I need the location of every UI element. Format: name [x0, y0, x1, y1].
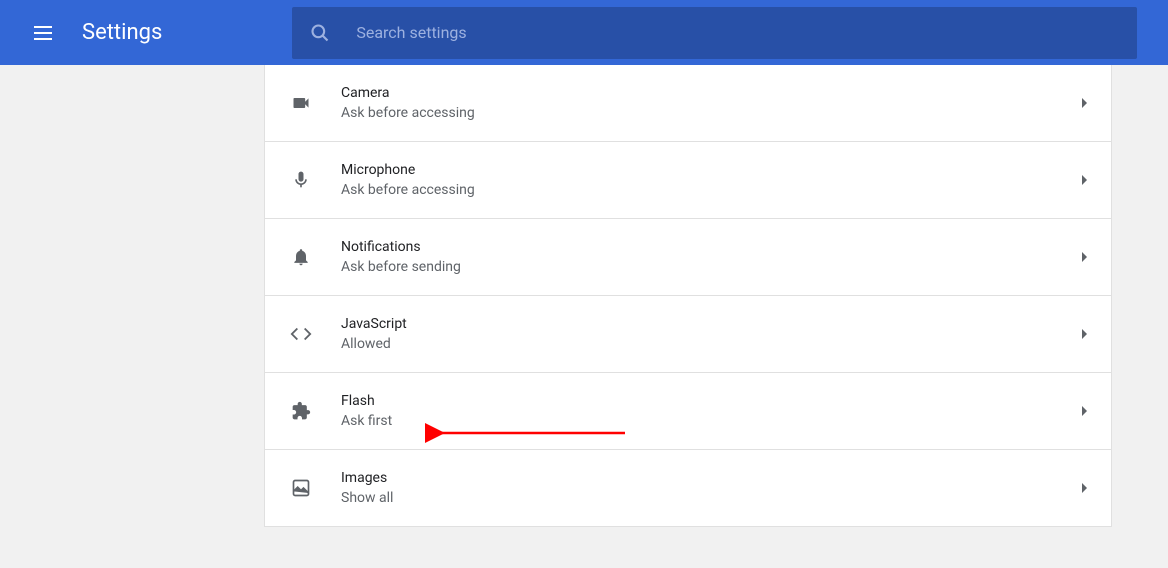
notifications-icon — [289, 245, 313, 269]
setting-row-notifications[interactable]: Notifications Ask before sending — [265, 219, 1111, 296]
setting-row-camera[interactable]: Camera Ask before accessing — [265, 65, 1111, 142]
setting-row-javascript[interactable]: JavaScript Allowed — [265, 296, 1111, 373]
row-title: Flash — [341, 393, 1082, 409]
chevron-right-icon — [1082, 175, 1087, 185]
row-text: Camera Ask before accessing — [341, 85, 1082, 121]
row-subtitle: Ask before accessing — [341, 105, 1082, 121]
row-subtitle: Allowed — [341, 336, 1082, 352]
chevron-right-icon — [1082, 406, 1087, 416]
row-text: Flash Ask first — [341, 393, 1082, 429]
row-title: Images — [341, 470, 1082, 486]
setting-row-images[interactable]: Images Show all — [265, 450, 1111, 526]
camera-icon — [289, 91, 313, 115]
row-text: Microphone Ask before accessing — [341, 162, 1082, 198]
row-title: Microphone — [341, 162, 1082, 178]
row-subtitle: Ask before accessing — [341, 182, 1082, 198]
setting-row-flash[interactable]: Flash Ask first — [265, 373, 1111, 450]
row-subtitle: Ask first — [341, 413, 1082, 429]
search-icon — [308, 21, 332, 45]
chevron-right-icon — [1082, 98, 1087, 108]
row-text: Images Show all — [341, 470, 1082, 506]
search-bar[interactable] — [292, 7, 1137, 59]
setting-row-microphone[interactable]: Microphone Ask before accessing — [265, 142, 1111, 219]
chevron-right-icon — [1082, 329, 1087, 339]
flash-icon — [289, 399, 313, 423]
header: Settings — [0, 0, 1168, 65]
javascript-icon — [289, 322, 313, 346]
chevron-right-icon — [1082, 483, 1087, 493]
row-text: JavaScript Allowed — [341, 316, 1082, 352]
menu-icon[interactable] — [34, 21, 58, 45]
microphone-icon — [289, 168, 313, 192]
page-title: Settings — [82, 20, 162, 45]
row-title: JavaScript — [341, 316, 1082, 332]
row-title: Notifications — [341, 239, 1082, 255]
row-title: Camera — [341, 85, 1082, 101]
row-subtitle: Ask before sending — [341, 259, 1082, 275]
images-icon — [289, 476, 313, 500]
chevron-right-icon — [1082, 252, 1087, 262]
row-text: Notifications Ask before sending — [341, 239, 1082, 275]
settings-list: Camera Ask before accessing Microphone A… — [264, 65, 1112, 527]
row-subtitle: Show all — [341, 490, 1082, 506]
search-input[interactable] — [356, 23, 1121, 42]
